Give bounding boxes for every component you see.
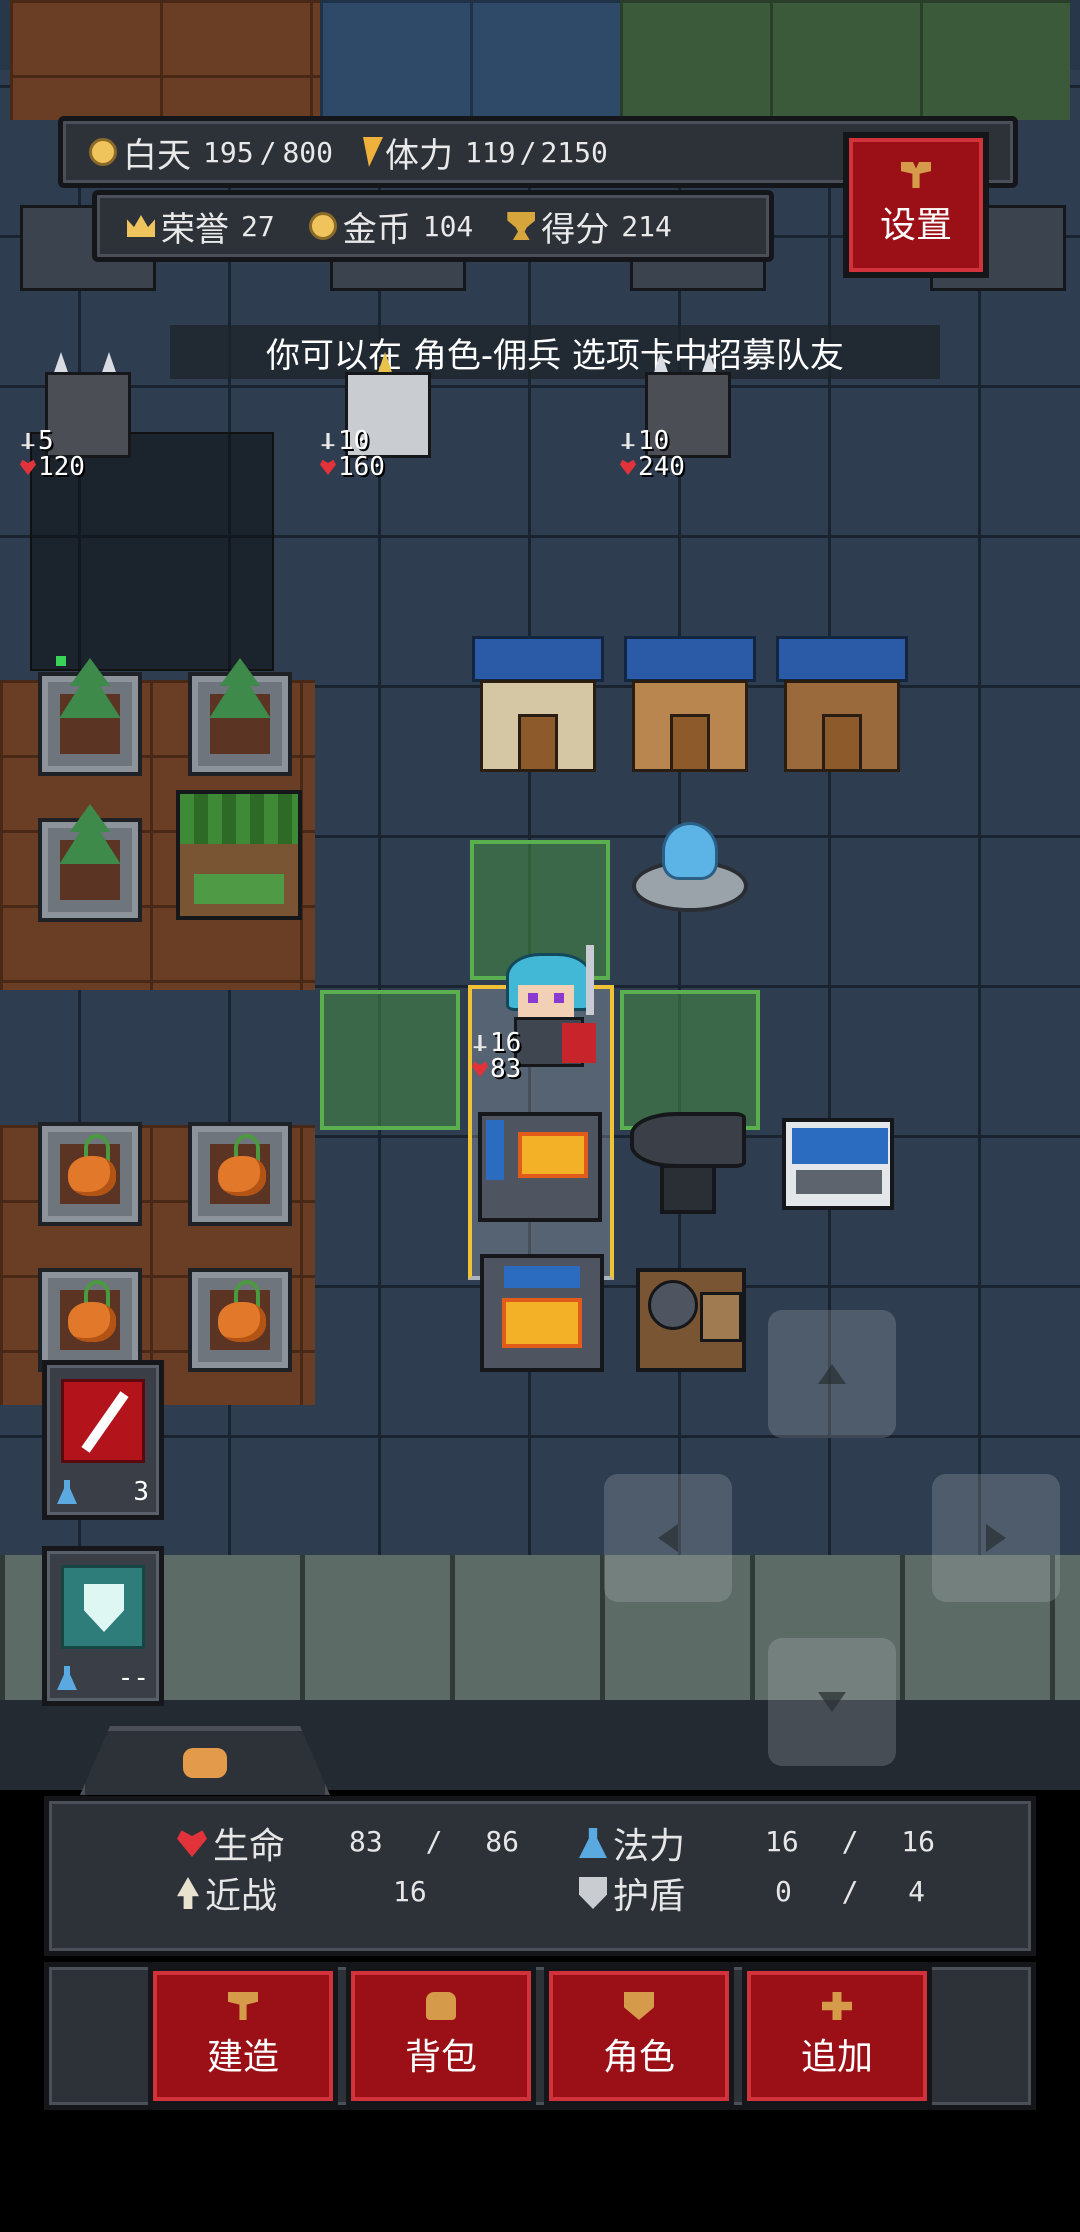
mercenary-stats: 10 240 bbox=[620, 428, 685, 480]
day-label: 白天 bbox=[123, 135, 191, 176]
honor-value: 27 bbox=[241, 209, 275, 243]
shield-skill-slot[interactable]: -- bbox=[42, 1546, 164, 1706]
town-hall-building[interactable] bbox=[472, 636, 604, 776]
hammer-icon bbox=[901, 162, 931, 188]
move-target-tile[interactable] bbox=[620, 990, 760, 1130]
tab-gamepad[interactable] bbox=[80, 1726, 330, 1795]
bag-button[interactable]: 背包 bbox=[346, 1966, 536, 2106]
settings-label: 设置 bbox=[879, 205, 952, 246]
mana-flask-icon bbox=[57, 1480, 77, 1504]
backpack-icon bbox=[426, 1992, 456, 2020]
grinding-station[interactable] bbox=[636, 1268, 746, 1372]
stamina-icon bbox=[354, 137, 384, 167]
mana-flask-icon bbox=[57, 1666, 77, 1690]
honor-label: 荣誉 bbox=[161, 209, 229, 250]
dpad-up-button[interactable] bbox=[768, 1310, 896, 1438]
melee-label: 近战 bbox=[205, 1876, 278, 1917]
tree-planter[interactable] bbox=[38, 804, 142, 922]
gold-coin-icon bbox=[308, 212, 337, 240]
anvil[interactable] bbox=[630, 1112, 746, 1222]
hammer-icon bbox=[228, 1992, 258, 2020]
hero-stats: 16 83 bbox=[472, 1030, 521, 1082]
gold-label: 金币 bbox=[342, 209, 411, 250]
tree-planter[interactable] bbox=[188, 658, 292, 776]
mana-flask-icon bbox=[579, 1828, 607, 1858]
dpad-down-button[interactable] bbox=[768, 1638, 896, 1766]
move-target-tile[interactable] bbox=[320, 990, 460, 1130]
fountain[interactable] bbox=[632, 822, 748, 914]
mercenary-stats: 5 120 bbox=[20, 428, 85, 480]
trophy-icon bbox=[507, 212, 536, 240]
forge-furnace[interactable] bbox=[478, 1112, 602, 1222]
shield-label: 护盾 bbox=[613, 1876, 686, 1917]
gold-value: 104 bbox=[422, 209, 474, 243]
pumpkin-planter[interactable] bbox=[38, 1122, 142, 1226]
melee-dagger-icon bbox=[177, 1877, 199, 1909]
sword-skill-icon bbox=[61, 1379, 145, 1463]
arrow-left-icon bbox=[658, 1524, 678, 1552]
dpad-right-button[interactable] bbox=[932, 1474, 1060, 1602]
stamina-label: 体力 bbox=[385, 135, 454, 176]
shield-icon bbox=[624, 1992, 654, 2020]
stamina-max: 2150 bbox=[540, 135, 608, 169]
skill-cost: -- bbox=[117, 1663, 149, 1693]
day-value: 195 bbox=[203, 135, 254, 169]
crown-icon bbox=[127, 215, 155, 237]
stats-panel: 生命 83 / 86 法力 16 / 16 近战 16 护盾 0 / 4 bbox=[44, 1796, 1036, 1956]
arrow-up-icon bbox=[818, 1364, 846, 1384]
arrow-down-icon bbox=[818, 1692, 846, 1712]
house-building[interactable] bbox=[624, 636, 756, 776]
stamina-value: 119 bbox=[465, 135, 516, 169]
day-max: 800 bbox=[282, 135, 334, 169]
pumpkin-planter[interactable] bbox=[38, 1268, 142, 1372]
shield-icon bbox=[579, 1877, 607, 1909]
smelting-furnace[interactable] bbox=[480, 1254, 604, 1372]
market-stall[interactable] bbox=[176, 790, 302, 920]
skill-cost: 3 bbox=[133, 1477, 149, 1507]
mp-label: 法力 bbox=[613, 1826, 686, 1867]
settings-button[interactable]: 设置 bbox=[843, 132, 989, 278]
score-label: 得分 bbox=[541, 209, 610, 250]
build-button[interactable]: 建造 bbox=[148, 1966, 338, 2106]
pumpkin-planter[interactable] bbox=[188, 1122, 292, 1226]
mercenary-stats: 10 160 bbox=[320, 428, 385, 480]
hint-banner: 你可以在 角色-佣兵 选项卡中招募队友 bbox=[170, 325, 940, 379]
sun-icon bbox=[89, 138, 117, 166]
shield-skill-icon bbox=[61, 1565, 145, 1649]
score-value: 214 bbox=[621, 209, 672, 243]
hud-honor-gold-score-bar: 荣誉 27 金币 104 得分 214 bbox=[92, 190, 774, 262]
character-button[interactable]: 角色 bbox=[544, 1966, 734, 2106]
plus-icon bbox=[822, 1992, 852, 2020]
arrow-right-icon bbox=[986, 1524, 1006, 1552]
heart-icon bbox=[177, 1830, 207, 1857]
sword-skill-slot[interactable]: 3 bbox=[42, 1360, 164, 1520]
pumpkin-planter[interactable] bbox=[188, 1268, 292, 1372]
add-button[interactable]: 追加 bbox=[742, 1966, 932, 2106]
shop-building[interactable] bbox=[776, 636, 908, 776]
dpad-left-button[interactable] bbox=[604, 1474, 732, 1602]
tree-planter[interactable] bbox=[38, 658, 142, 776]
gamepad-icon bbox=[183, 1748, 227, 1778]
hp-label: 生命 bbox=[213, 1826, 286, 1867]
workbench[interactable] bbox=[782, 1118, 894, 1210]
